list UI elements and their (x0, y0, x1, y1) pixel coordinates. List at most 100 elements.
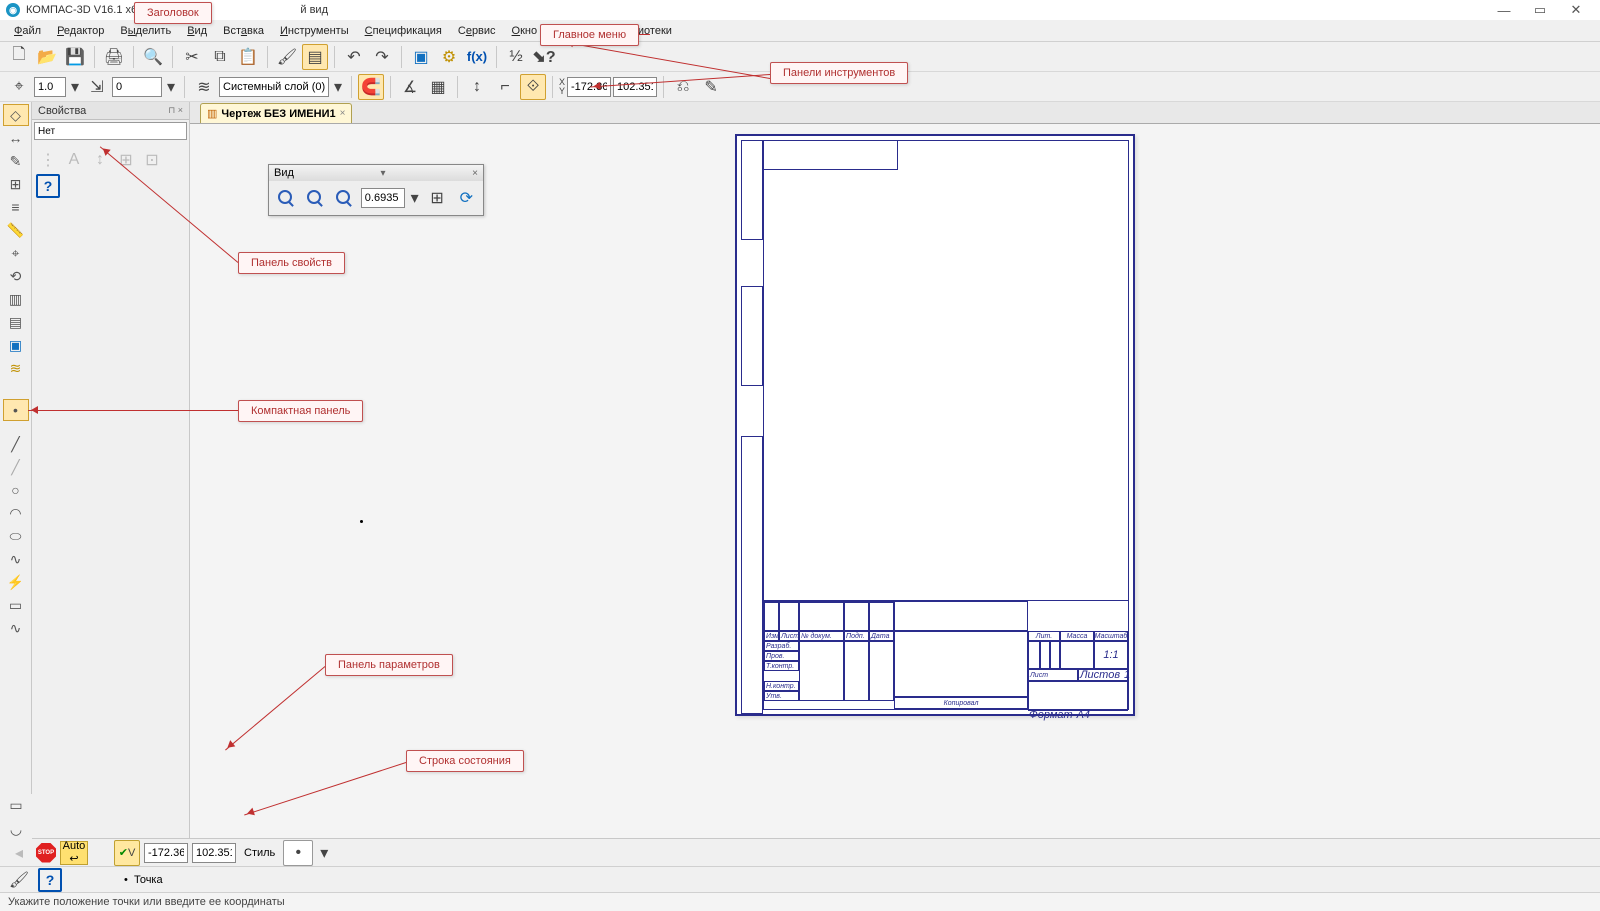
view-panel-dropdown[interactable]: ▾ (381, 168, 386, 179)
dim-tab[interactable]: ↔ (3, 127, 29, 149)
arc-tool[interactable]: ◠ (3, 502, 29, 524)
view-panel-header[interactable]: Вид ▾ × (269, 165, 483, 181)
context-help-button[interactable]: ⬊? (531, 44, 557, 70)
layer-select[interactable] (219, 77, 329, 97)
circle-tool[interactable]: ○ (3, 479, 29, 501)
arc-tool-2[interactable]: ◡ (3, 818, 29, 840)
properties-pin[interactable]: ⊓ × (168, 105, 183, 116)
zoom-in-button[interactable] (273, 185, 298, 211)
ellipse-tool[interactable]: ⬭ (3, 525, 29, 547)
zoom-dropdown[interactable]: ▾ (409, 185, 421, 211)
spec-tab[interactable]: ▥ (3, 288, 29, 310)
refresh-button[interactable]: ⟳ (454, 185, 479, 211)
menu-select[interactable]: Выделить (112, 23, 179, 39)
menu-service[interactable]: Сервис (450, 23, 504, 39)
prop-icon-1[interactable]: ⋮ (36, 148, 60, 172)
variables-button[interactable]: ⚙ (436, 44, 462, 70)
lib-tab[interactable]: ≋ (3, 357, 29, 379)
zoom-input[interactable] (361, 188, 405, 208)
zoom-fit-button[interactable]: ⊞ (424, 185, 449, 211)
local-cs-button[interactable]: ⌐ (492, 74, 518, 100)
spline-tool[interactable]: ∿ (3, 548, 29, 570)
layer-dropdown[interactable]: ▾ (331, 74, 345, 100)
assoc-tab[interactable]: ⟲ (3, 265, 29, 287)
insert-tab[interactable]: ▣ (3, 334, 29, 356)
step-dropdown[interactable]: ▾ (164, 74, 178, 100)
frame-tool[interactable]: ▭ (3, 794, 29, 816)
left-bottom-tools: ▭ ◡ (0, 794, 32, 844)
check-v-button[interactable]: ✔V (114, 840, 140, 866)
grid-button[interactable]: ▦ (425, 74, 451, 100)
scale-input[interactable] (34, 77, 66, 97)
brush-icon[interactable]: 🖌 (6, 867, 32, 893)
auto-button[interactable]: Auto↩ (60, 841, 88, 865)
param-tab[interactable]: ≡ (3, 196, 29, 218)
snap-point-button[interactable]: ⌖ (6, 74, 32, 100)
round-button[interactable]: ⟐ (520, 74, 546, 100)
menu-file[interactable]: Файл (6, 23, 49, 39)
rect-tool[interactable]: ▭ (3, 594, 29, 616)
tab-close-icon[interactable]: × (340, 108, 346, 119)
fx-button[interactable]: f(x) (464, 44, 490, 70)
edit-tab[interactable]: ⊞ (3, 173, 29, 195)
measure-tab[interactable]: 📏 (3, 219, 29, 241)
angle-snap-button[interactable]: ∡ (397, 74, 423, 100)
fraction-button[interactable]: ½ (503, 44, 529, 70)
stop-button[interactable]: STOP (36, 843, 56, 863)
maximize-button[interactable]: ▭ (1522, 1, 1558, 19)
point-tool[interactable]: • (3, 399, 29, 421)
aux-help-button[interactable]: ? (38, 868, 62, 892)
param-y[interactable] (192, 843, 236, 863)
redo-button[interactable]: ↷ (369, 44, 395, 70)
style-point[interactable]: • (283, 840, 313, 866)
save-button[interactable]: 💾 (62, 44, 88, 70)
scale-dropdown[interactable]: ▾ (68, 74, 82, 100)
layer-icon[interactable]: ≋ (191, 74, 217, 100)
zoom-window-button[interactable] (332, 185, 357, 211)
undo-button[interactable]: ↶ (341, 44, 367, 70)
view-panel[interactable]: Вид ▾ × ▾ ⊞ ⟳ (268, 164, 484, 216)
properties-object-select[interactable] (34, 122, 187, 140)
symbols-tab[interactable]: ✎ (3, 150, 29, 172)
drawing-viewport[interactable]: Изм Лист № докум. Подп. Дата Разраб. Про… (190, 124, 1600, 838)
callout-params: Панель параметров (325, 654, 453, 676)
report-tab[interactable]: ▤ (3, 311, 29, 333)
misc1-button[interactable]: ⎌ (670, 74, 696, 100)
ortho-button[interactable]: ↕ (464, 74, 490, 100)
minimize-button[interactable]: — (1486, 1, 1522, 19)
copy-button[interactable]: ⧉ (207, 44, 233, 70)
step-button[interactable]: ⇲ (84, 74, 110, 100)
step-input[interactable] (112, 77, 162, 97)
close-button[interactable]: ✕ (1558, 1, 1594, 19)
prop-help-button[interactable]: ? (36, 174, 60, 198)
multiline-tool[interactable]: ∿ (3, 617, 29, 639)
menu-tools[interactable]: Инструменты (272, 23, 357, 39)
document-tab[interactable]: ▥ Чертеж БЕЗ ИМЕНИ1 × (200, 103, 352, 123)
prop-icon-5[interactable]: ⊡ (140, 148, 164, 172)
prop-icon-2[interactable]: A (62, 148, 86, 172)
aux-line-tool[interactable]: ╱ (3, 456, 29, 478)
view-panel-close[interactable]: × (472, 168, 478, 179)
cut-button[interactable]: ✂ (179, 44, 205, 70)
geometry-tab[interactable]: ◇ (3, 104, 29, 126)
manager-button[interactable]: ▣ (408, 44, 434, 70)
open-button[interactable]: 📂 (34, 44, 60, 70)
paste-button[interactable]: 📋 (235, 44, 261, 70)
style-dropdown[interactable]: ▾ (317, 840, 331, 866)
menu-spec[interactable]: Спецификация (357, 23, 450, 39)
menu-insert[interactable]: Вставка (215, 23, 272, 39)
select-tab[interactable]: ⌖ (3, 242, 29, 264)
menu-edit[interactable]: Редактор (49, 23, 112, 39)
zoom-out-button[interactable] (302, 185, 327, 211)
menu-view[interactable]: Вид (179, 23, 215, 39)
param-x[interactable] (144, 843, 188, 863)
style-button[interactable]: 🖌 (274, 44, 300, 70)
magnet-button[interactable]: 🧲 (358, 74, 384, 100)
properties-button[interactable]: ▤ (302, 44, 328, 70)
print-button[interactable]: 🖨 (101, 44, 127, 70)
new-button[interactable]: 🗋 (6, 44, 32, 70)
line-tool[interactable]: ╱ (3, 433, 29, 455)
polyline-tool[interactable]: ⚡ (3, 571, 29, 593)
y-readout[interactable] (613, 77, 657, 97)
preview-button[interactable]: 🔍 (140, 44, 166, 70)
